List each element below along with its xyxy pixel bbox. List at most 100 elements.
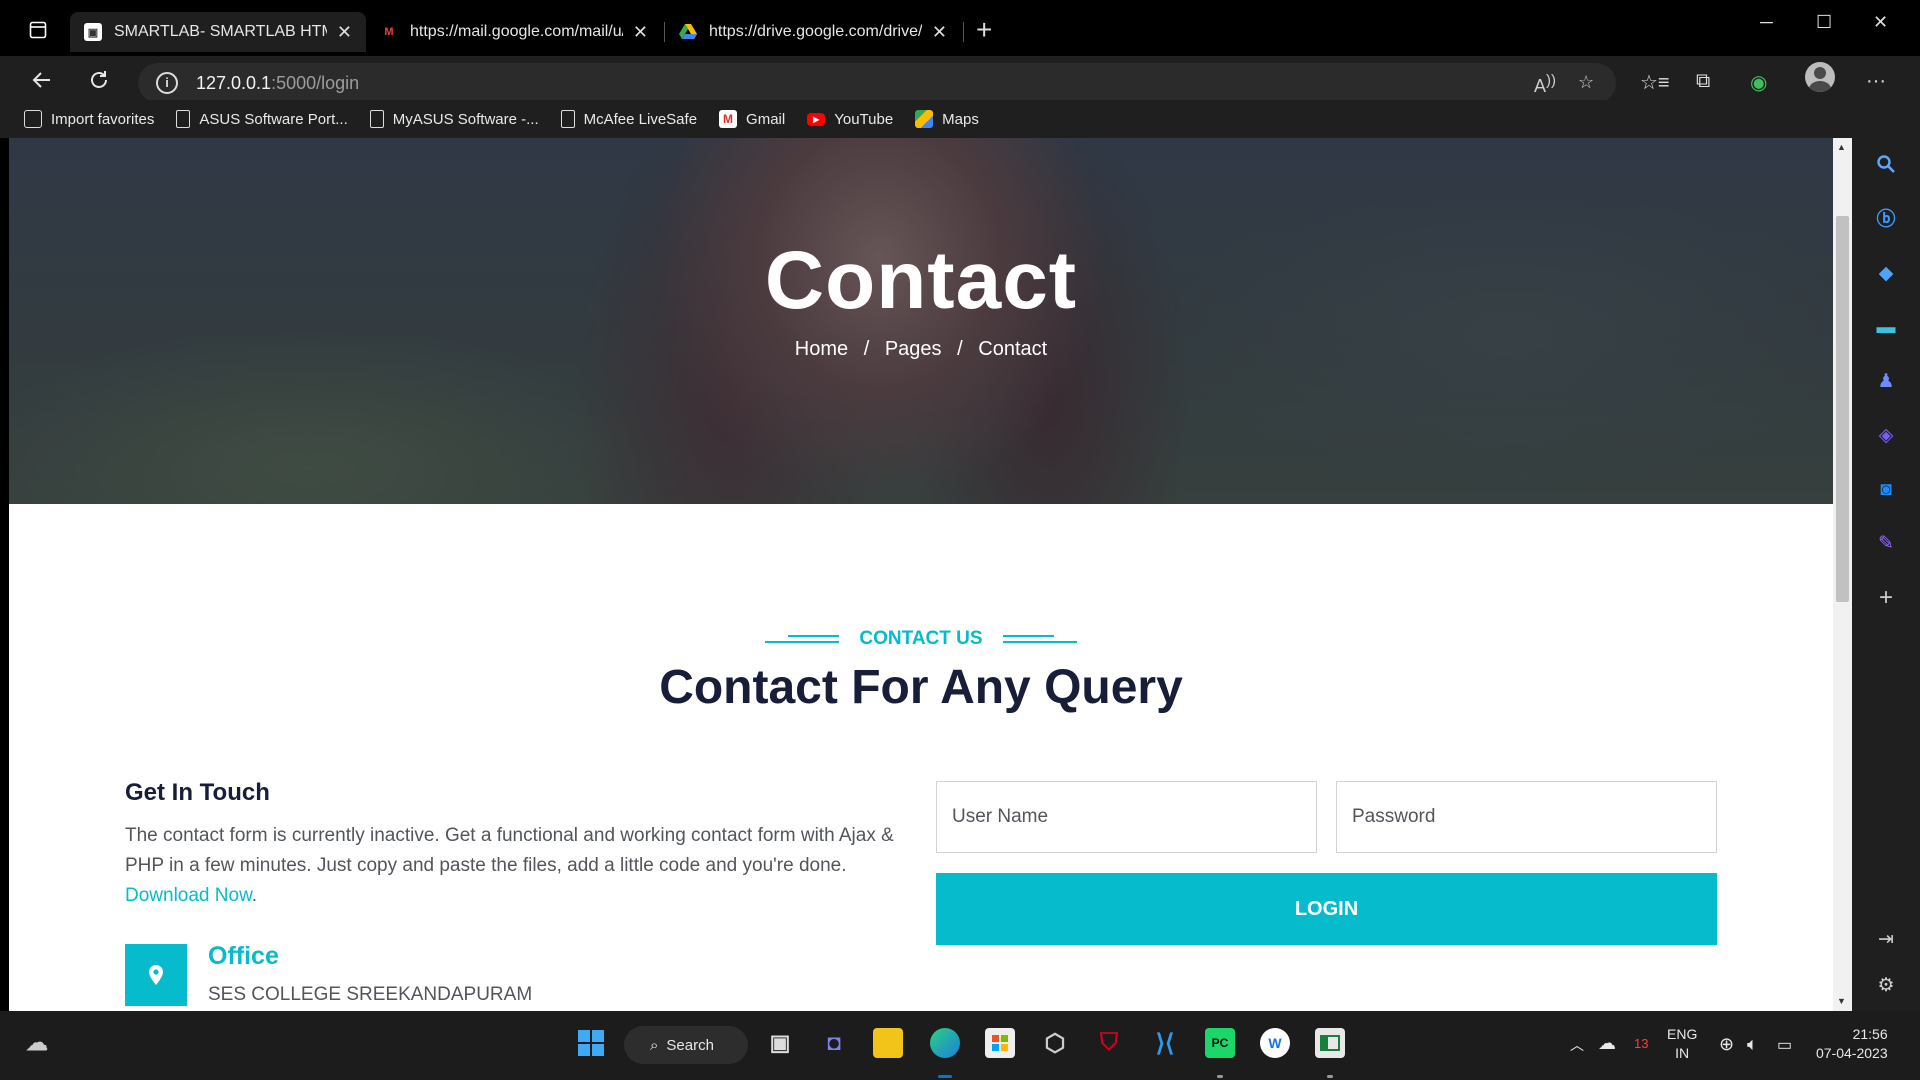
teams-chat-icon[interactable]: ◘ bbox=[819, 1028, 849, 1058]
search-icon: ⌕ bbox=[650, 1036, 659, 1054]
page-icon bbox=[369, 110, 384, 128]
more-options-icon[interactable]: ··· bbox=[1866, 70, 1886, 93]
onedrive-icon[interactable]: ☁ bbox=[1598, 1033, 1616, 1054]
gmail-icon: M bbox=[384, 26, 394, 38]
bookmark-mcafee[interactable]: McAfee LiveSafe bbox=[560, 110, 698, 128]
performance-icon[interactable]: ◉ bbox=[1750, 70, 1767, 95]
bookmark-myasus[interactable]: MyASUS Software -... bbox=[369, 110, 539, 128]
region-code: IN bbox=[1675, 1045, 1690, 1061]
collections-icon[interactable]: ⧉ bbox=[1696, 70, 1710, 93]
minimize-icon[interactable]: ─ bbox=[1760, 12, 1773, 33]
taskbar-search-label: Search bbox=[666, 1036, 714, 1054]
clock-time: 21:56 bbox=[1852, 1026, 1888, 1042]
tab-actions-icon[interactable] bbox=[18, 16, 58, 44]
page-scrollbar[interactable]: ▲ ▼ bbox=[1833, 138, 1852, 1011]
battery-icon[interactable]: ▭ bbox=[1777, 1035, 1792, 1055]
network-icon[interactable]: ⊕ bbox=[1719, 1034, 1734, 1055]
sidebar-settings-icon[interactable]: ⚙ bbox=[1874, 974, 1898, 998]
start-icon[interactable] bbox=[576, 1028, 606, 1058]
new-tab-icon[interactable]: + bbox=[976, 16, 992, 44]
breadcrumb: Home / Pages / Contact bbox=[9, 338, 1833, 361]
bookmark-asus[interactable]: ASUS Software Port... bbox=[176, 110, 348, 128]
games-icon[interactable]: ♟ bbox=[1874, 370, 1898, 394]
bookmark-label: Gmail bbox=[746, 110, 786, 128]
page-icon bbox=[560, 110, 575, 128]
scroll-down-icon[interactable]: ▼ bbox=[1837, 996, 1846, 1006]
profile-avatar[interactable] bbox=[1805, 62, 1835, 92]
scrollbar-thumb[interactable] bbox=[1836, 216, 1849, 602]
tab-gmail[interactable]: M https://mail.google.com/mail/u/ ✕ bbox=[366, 12, 662, 52]
get-in-touch-body: The contact form is currently inactive. … bbox=[125, 825, 894, 876]
office-location-badge bbox=[125, 944, 187, 1006]
tag-line-left bbox=[764, 635, 840, 643]
drive-icon bbox=[679, 23, 697, 41]
tab-title: https://mail.google.com/mail/u/ bbox=[410, 23, 623, 40]
get-in-touch-title: Get In Touch bbox=[125, 779, 270, 806]
outlook-icon[interactable]: ◙ bbox=[1874, 478, 1898, 502]
windows-taskbar: ☁ ⌕ Search ▣ ◘ ⬡ ⛉ ⟩⟨ PC W ︿ ☁ 13 ENG IN… bbox=[0, 1011, 1920, 1080]
address-bar[interactable]: i 127.0.0.1:5000/login A)) ☆ bbox=[138, 63, 1616, 103]
close-icon[interactable]: ✕ bbox=[633, 22, 648, 43]
password-field[interactable]: Password bbox=[1336, 781, 1717, 853]
download-now-link[interactable]: Download Now bbox=[125, 885, 252, 906]
shopping-tag-icon[interactable]: ◆ bbox=[1874, 262, 1898, 286]
close-icon[interactable]: ✕ bbox=[932, 22, 947, 43]
weather-icon[interactable]: ☁ bbox=[22, 1028, 52, 1058]
breadcrumb-home[interactable]: Home bbox=[795, 338, 848, 360]
task-view-icon[interactable]: ▣ bbox=[765, 1028, 795, 1058]
bookmark-label: McAfee LiveSafe bbox=[583, 110, 698, 128]
drop-icon[interactable]: ✎ bbox=[1874, 532, 1898, 556]
search-icon[interactable] bbox=[1874, 154, 1898, 178]
favorites-icon[interactable]: ☆≡ bbox=[1640, 70, 1670, 95]
get-in-touch-text: The contact form is currently inactive. … bbox=[125, 821, 915, 911]
add-sidebar-app-icon[interactable]: + bbox=[1874, 586, 1898, 610]
bing-chat-icon[interactable]: ⓑ bbox=[1874, 208, 1898, 232]
tab-drive[interactable]: https://drive.google.com/drive/m ✕ bbox=[665, 12, 961, 52]
info-icon[interactable]: i bbox=[156, 72, 178, 94]
show-hidden-icons-icon[interactable]: ︿ bbox=[1570, 1035, 1584, 1055]
edge-sidebar: ⓑ ◆ ▬ ♟ ◈ ◙ ✎ + ⇥ ⚙ bbox=[1852, 138, 1920, 1011]
language-indicator[interactable]: ENG IN bbox=[1667, 1025, 1697, 1063]
unity-icon[interactable]: ⬡ bbox=[1040, 1028, 1070, 1058]
bookmark-import-favorites[interactable]: Import favorites bbox=[24, 110, 154, 128]
notification-count: 13 bbox=[1634, 1036, 1649, 1051]
scroll-up-icon[interactable]: ▲ bbox=[1837, 142, 1846, 152]
url-text[interactable]: 127.0.0.1:5000/login bbox=[196, 73, 359, 94]
read-aloud-icon[interactable]: A)) bbox=[1534, 72, 1556, 97]
close-icon[interactable]: ✕ bbox=[337, 22, 352, 43]
back-icon[interactable] bbox=[30, 68, 54, 99]
window-app-icon[interactable] bbox=[1315, 1028, 1345, 1058]
taskbar-search[interactable]: ⌕ Search bbox=[624, 1026, 748, 1064]
tools-icon[interactable]: ▬ bbox=[1874, 316, 1898, 340]
import-icon bbox=[24, 110, 42, 128]
close-window-icon[interactable]: ✕ bbox=[1873, 12, 1888, 33]
mcafee-icon[interactable]: ⛉ bbox=[1094, 1028, 1124, 1058]
breadcrumb-pages[interactable]: Pages bbox=[885, 338, 942, 360]
bookmark-label: YouTube bbox=[834, 110, 894, 128]
maximize-icon[interactable]: ☐ bbox=[1816, 12, 1832, 33]
bookmark-maps[interactable]: Maps bbox=[915, 110, 979, 128]
app-icon[interactable]: W bbox=[1260, 1028, 1290, 1058]
tag-line-right bbox=[1002, 635, 1078, 643]
tab-bar: ▣ SMARTLAB- SMARTLAB HTML Te ✕ M https:/… bbox=[0, 0, 1920, 56]
hide-sidebar-icon[interactable]: ⇥ bbox=[1874, 928, 1898, 952]
active-app-indicator bbox=[938, 1075, 952, 1078]
username-field[interactable]: User Name bbox=[936, 781, 1317, 853]
volume-icon[interactable]: 🔈︎ bbox=[1747, 1034, 1758, 1055]
microsoft-store-icon[interactable] bbox=[985, 1028, 1015, 1058]
bookmark-gmail[interactable]: M Gmail bbox=[719, 110, 785, 128]
youtube-icon: ▶ bbox=[807, 112, 826, 126]
reload-icon[interactable] bbox=[87, 68, 111, 99]
clock[interactable]: 21:56 07-04-2023 bbox=[1816, 1025, 1888, 1063]
tab-smartlab[interactable]: ▣ SMARTLAB- SMARTLAB HTML Te ✕ bbox=[70, 12, 366, 52]
microsoft-365-icon[interactable]: ◈ bbox=[1874, 424, 1898, 448]
login-button[interactable]: LOGIN bbox=[936, 873, 1717, 945]
add-favorite-icon[interactable]: ☆ bbox=[1578, 72, 1594, 93]
bookmark-youtube[interactable]: ▶ YouTube bbox=[807, 111, 893, 128]
office-title: Office bbox=[208, 942, 279, 970]
edge-icon[interactable] bbox=[930, 1028, 960, 1058]
file-explorer-icon[interactable] bbox=[873, 1028, 903, 1058]
tab-title: https://drive.google.com/drive/m bbox=[709, 23, 922, 40]
pycharm-icon[interactable]: PC bbox=[1205, 1028, 1235, 1058]
vscode-icon[interactable]: ⟩⟨ bbox=[1150, 1028, 1180, 1058]
